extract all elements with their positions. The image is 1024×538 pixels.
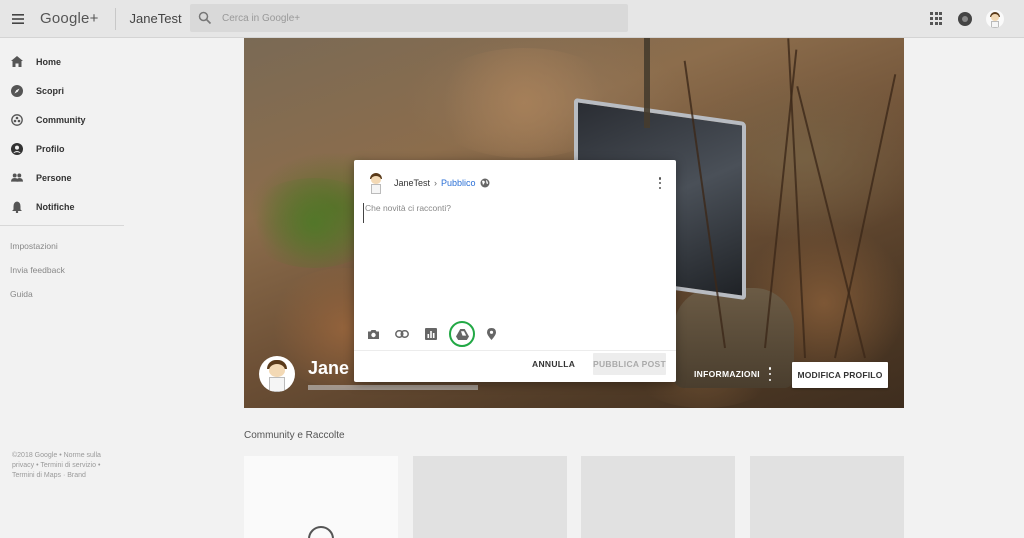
compass-icon xyxy=(11,84,23,97)
collection-card-new[interactable] xyxy=(244,456,398,538)
home-icon xyxy=(11,56,23,68)
sidebar-item-label: Community xyxy=(36,114,86,125)
search-input[interactable] xyxy=(222,12,602,24)
community-icon xyxy=(11,113,23,126)
audience-selector[interactable]: Pubblico xyxy=(441,178,476,188)
more-vert-icon[interactable] xyxy=(766,367,774,381)
search-icon xyxy=(198,11,212,25)
sidebar-item-notifications[interactable]: Notifiche xyxy=(0,192,124,221)
header-divider xyxy=(114,7,116,30)
add-collection-icon xyxy=(308,526,334,538)
hamburger-icon xyxy=(12,13,24,24)
post-text-input[interactable] xyxy=(363,203,663,223)
sidebar-link-help[interactable]: Guida xyxy=(0,282,124,306)
post-composer-dialog: JaneTest › Pubblico ANNULLA PUBBLICA POS… xyxy=(354,160,676,382)
sidebar-item-label: Profilo xyxy=(36,143,65,154)
composer-divider xyxy=(354,350,676,351)
add-link-button[interactable] xyxy=(391,323,413,345)
add-location-button[interactable] xyxy=(480,323,502,345)
footer-legal[interactable]: ©2018 Google • Norme sulla privacy • Ter… xyxy=(12,451,112,481)
publish-post-button[interactable]: PUBBLICA POST xyxy=(593,353,666,375)
location-icon xyxy=(486,328,496,340)
drive-icon xyxy=(455,328,469,340)
menu-button[interactable] xyxy=(0,0,36,38)
sidebar-item-people[interactable]: Persone xyxy=(0,163,124,192)
composer-toolbar xyxy=(362,321,509,347)
sidebar-divider xyxy=(0,225,124,226)
account-avatar[interactable] xyxy=(986,10,1004,28)
link-icon xyxy=(395,330,409,338)
add-photo-button[interactable] xyxy=(362,323,384,345)
page-title: JaneTest xyxy=(129,11,182,26)
composer-avatar xyxy=(366,172,386,194)
collection-card[interactable] xyxy=(750,456,904,538)
collection-card[interactable] xyxy=(581,456,735,538)
poll-icon xyxy=(425,328,437,340)
people-icon xyxy=(11,172,23,184)
apps-grid-icon[interactable] xyxy=(930,12,944,26)
sidebar-link-feedback[interactable]: Invia feedback xyxy=(0,258,124,282)
add-poll-button[interactable] xyxy=(420,323,442,345)
add-drive-button[interactable] xyxy=(449,321,475,347)
sidebar-item-label: Persone xyxy=(36,172,72,183)
sidebar-item-label: Notifiche xyxy=(36,201,75,212)
sidebar-item-community[interactable]: Community xyxy=(0,105,124,134)
profile-avatar[interactable] xyxy=(259,356,295,392)
sidebar-item-label: Home xyxy=(36,56,62,67)
sidebar-item-home[interactable]: Home xyxy=(0,47,124,76)
sidebar-item-discover[interactable]: Scopri xyxy=(0,76,124,105)
sidebar-link-settings[interactable]: Impostazioni xyxy=(0,234,124,258)
top-bar: Google+ JaneTest xyxy=(0,0,1024,38)
sidebar-item-label: Scopri xyxy=(36,85,65,96)
bell-icon xyxy=(11,201,23,213)
profile-name: Jane xyxy=(308,358,350,378)
composer-username: JaneTest xyxy=(394,178,431,188)
audience-separator: › xyxy=(434,178,438,188)
edit-profile-button[interactable]: MODIFICA PROFILO xyxy=(792,362,888,388)
google-plus-logo[interactable]: Google+ xyxy=(40,10,99,27)
cancel-button[interactable]: ANNULLA xyxy=(532,356,575,372)
collection-card[interactable] xyxy=(413,456,567,538)
profile-icon xyxy=(11,142,23,155)
composer-more-icon[interactable] xyxy=(658,177,662,189)
collections-heading: Community e Raccolte xyxy=(244,430,345,441)
search-bar[interactable] xyxy=(190,4,628,32)
notifications-icon[interactable] xyxy=(958,12,972,26)
globe-icon xyxy=(480,178,490,188)
camera-icon xyxy=(367,329,379,339)
info-button[interactable]: INFORMAZIONI xyxy=(694,369,760,379)
sidebar-item-profile[interactable]: Profilo xyxy=(0,134,124,163)
profile-tagline-placeholder xyxy=(308,385,478,390)
